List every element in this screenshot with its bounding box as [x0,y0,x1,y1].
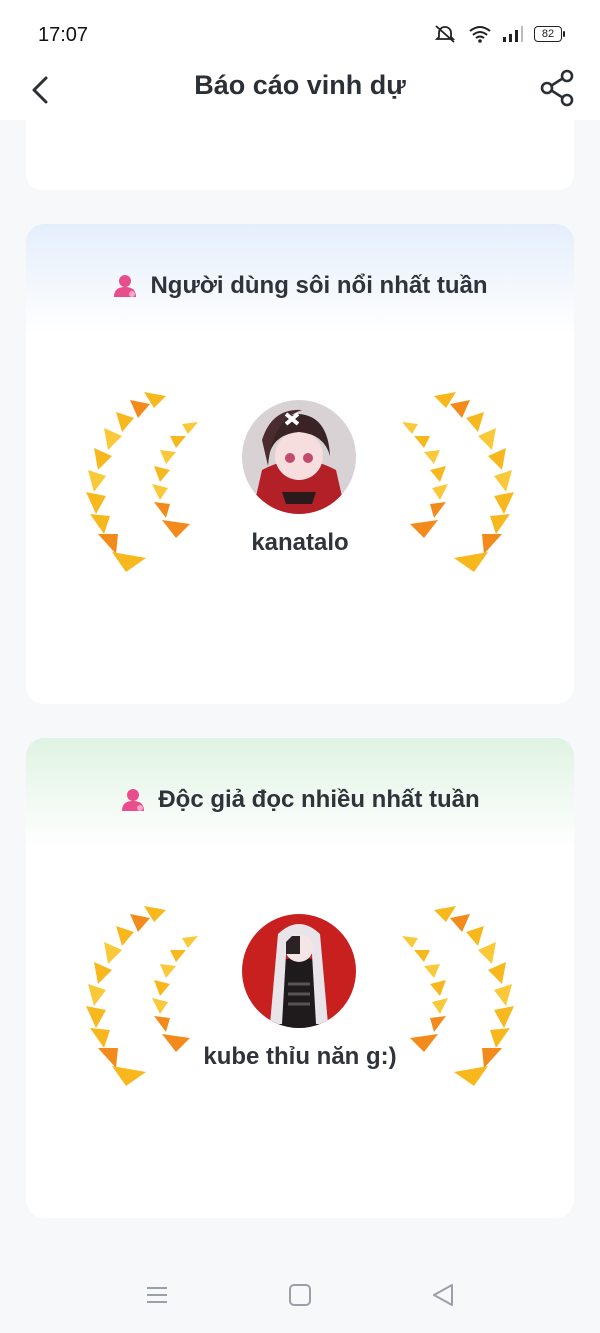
back-nav-button[interactable] [428,1280,458,1310]
home-icon [289,1284,311,1306]
card-title: Độc giả đọc nhiều nhất tuần [26,786,574,814]
avatar-image [242,400,356,514]
system-nav-bar [0,1250,600,1333]
back-triangle-icon [433,1284,453,1306]
menu-button[interactable] [142,1280,172,1310]
share-button[interactable] [538,68,578,108]
card-title: Người dùng sôi nổi nhất tuần [26,272,574,300]
laurel-wreath-icon [86,392,198,572]
wifi-icon [469,26,491,43]
card-title-text: Độc giả đọc nhiều nhất tuần [158,786,480,813]
avatar[interactable] [242,914,356,1028]
mute-icon [434,25,456,43]
laurel-wreath-icon [86,906,198,1086]
username[interactable]: kanatalo [200,528,400,558]
battery-icon: 82 [534,26,565,42]
home-button[interactable] [285,1280,315,1310]
signal-icon [503,26,523,42]
status-icons: 82 [432,24,565,44]
share-icon [540,69,574,107]
status-time: 17:07 [38,24,89,46]
laurel-wreath-icon [402,392,514,572]
laurel-wreath-icon [402,906,514,1086]
header: Báo cáo vinh dự [0,56,600,120]
card-title-text: Người dùng sôi nổi nhất tuần [150,272,488,299]
previous-card [26,120,574,190]
top-reader-card[interactable]: Độc giả đọc nhiều nhất tuần kube thỉu nă… [26,738,574,1218]
user-icon [122,789,145,811]
username[interactable]: kube thỉu năn g:) [200,1042,400,1072]
page-title: Báo cáo vinh dự [194,70,406,100]
avatar-image [242,914,356,1028]
menu-icon [147,1287,167,1303]
avatar[interactable] [242,400,356,514]
user-icon [114,275,137,297]
most-active-user-card[interactable]: Người dùng sôi nổi nhất tuần kanatalo [26,224,574,704]
